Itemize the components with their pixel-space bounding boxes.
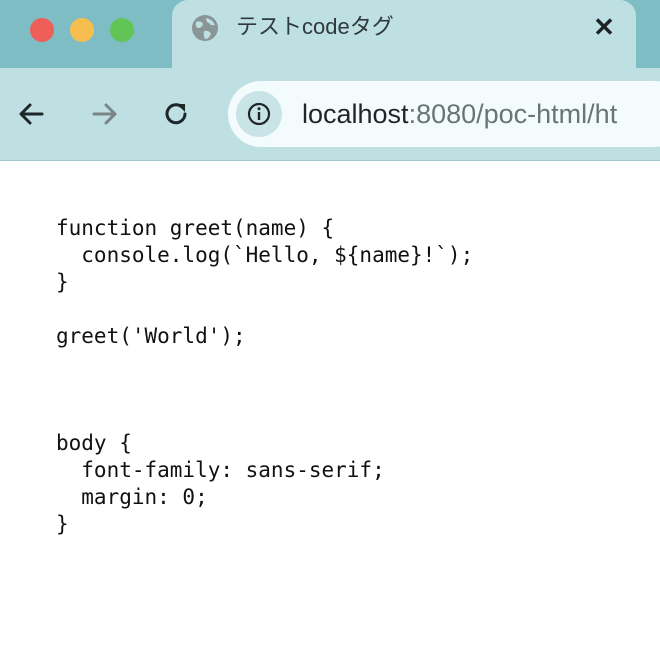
window-zoom-button[interactable]	[110, 18, 134, 42]
active-tab[interactable]: テストcodeタグ ✕	[172, 0, 636, 68]
tab-title: テストcodeタグ	[236, 14, 394, 39]
site-info-button[interactable]	[236, 91, 282, 137]
url-host: localhost	[302, 99, 409, 129]
css-code-block: body { font-family: sans-serif; margin: …	[56, 431, 385, 536]
info-icon	[247, 102, 271, 126]
address-bar[interactable]: localhost:8080/poc-html/ht	[228, 81, 660, 147]
browser-toolbar: localhost:8080/poc-html/ht	[0, 68, 660, 161]
page-content: function greet(name) { console.log(`Hell…	[0, 161, 660, 648]
reload-icon[interactable]	[158, 96, 194, 132]
window-minimize-button[interactable]	[70, 18, 94, 42]
back-arrow-icon[interactable]	[14, 96, 50, 132]
tab-strip-gap	[636, 0, 660, 68]
window-close-button[interactable]	[30, 18, 54, 42]
globe-icon	[192, 15, 218, 41]
tab-strip: テストcodeタグ ✕	[0, 0, 660, 68]
javascript-code-block: function greet(name) { console.log(`Hell…	[56, 216, 474, 348]
tab-close-button[interactable]: ✕	[590, 12, 618, 42]
forward-arrow-icon[interactable]	[86, 96, 122, 132]
url-text[interactable]: localhost:8080/poc-html/ht	[302, 97, 617, 131]
url-path: :8080/poc-html/ht	[408, 99, 618, 129]
